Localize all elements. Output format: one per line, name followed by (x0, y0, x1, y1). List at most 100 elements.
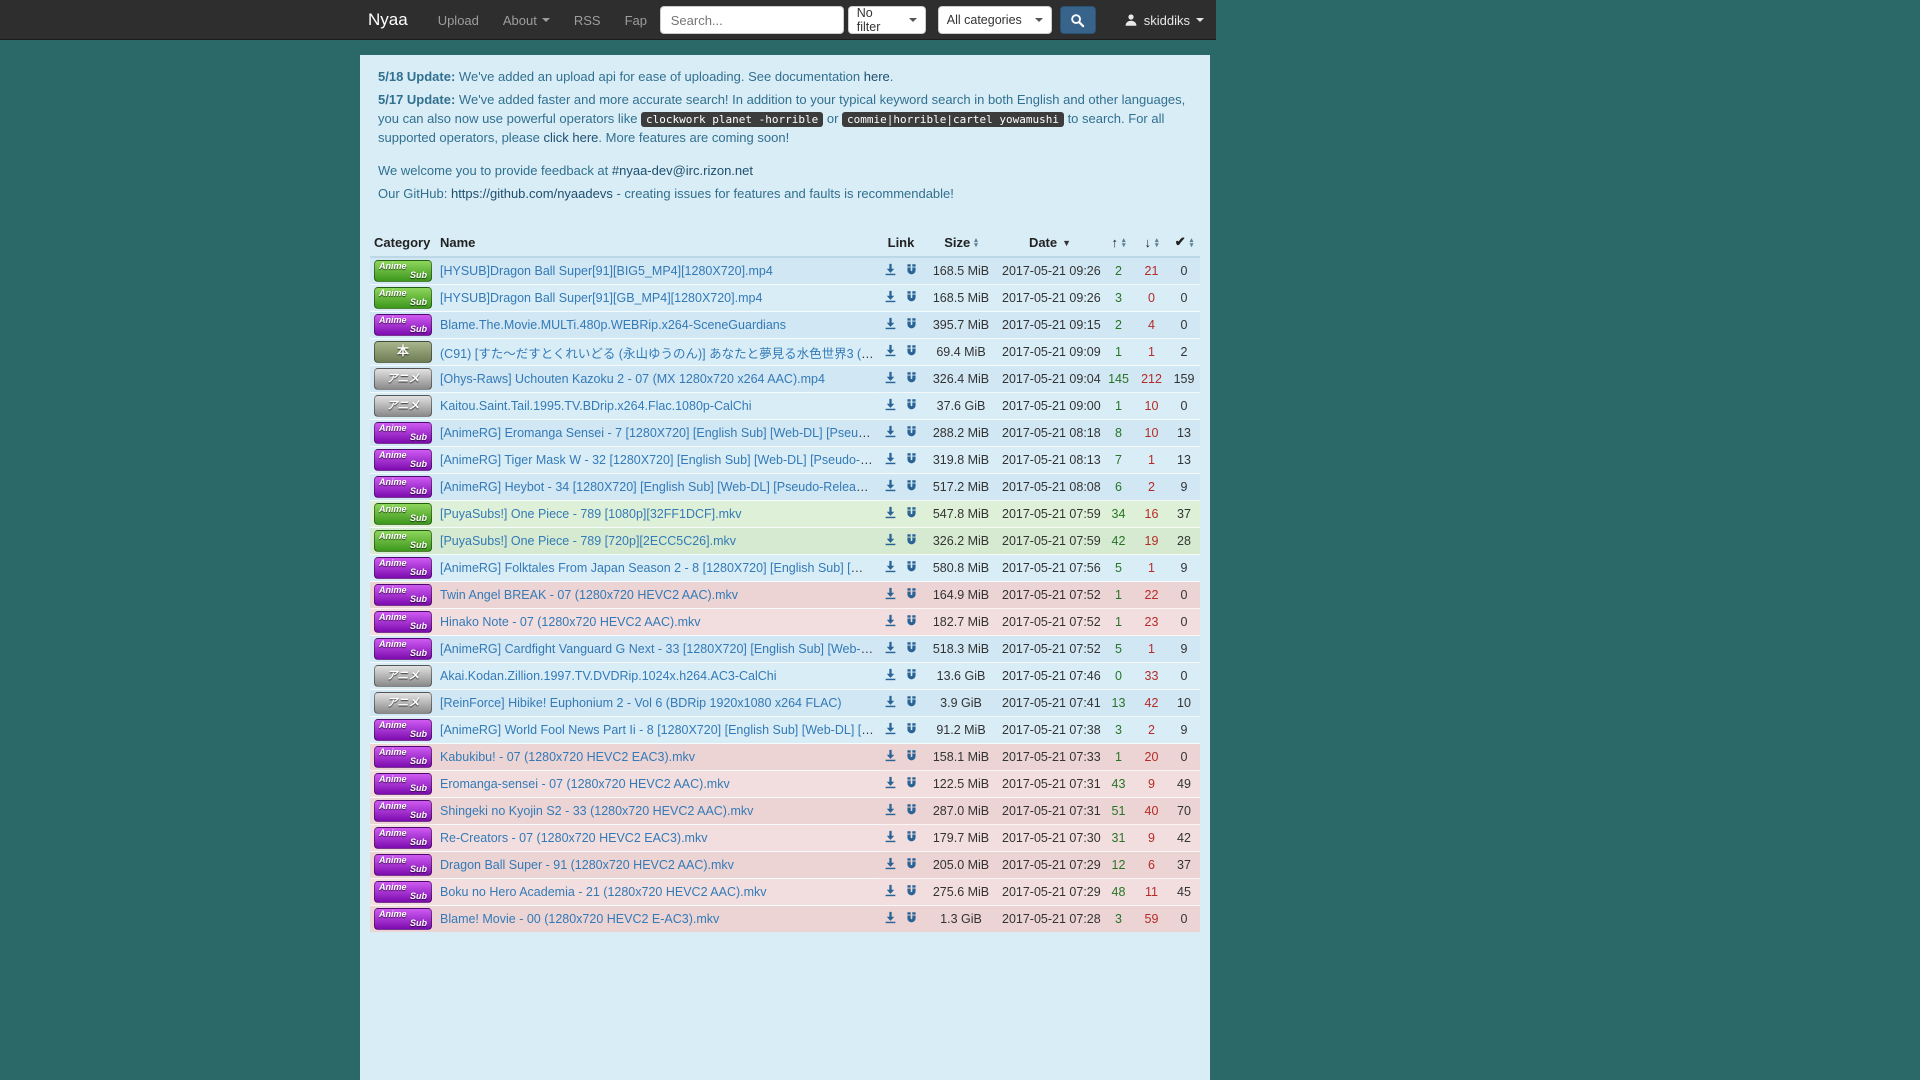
magnet-icon[interactable] (905, 749, 918, 762)
download-icon[interactable] (884, 398, 897, 411)
documentation-link[interactable]: here (864, 69, 890, 84)
torrent-name-link[interactable]: Shingeki no Kyojin S2 - 33 (1280x720 HEV… (440, 804, 753, 818)
torrent-name-link[interactable]: [ReinForce] Hibike! Euphonium 2 - Vol 6 … (440, 696, 842, 710)
category-icon[interactable]: Anime Sub (374, 827, 432, 849)
irc-link[interactable]: #nyaa-dev@irc.rizon.net (612, 163, 753, 178)
category-icon[interactable]: Anime Sub (374, 422, 432, 444)
magnet-icon[interactable] (905, 722, 918, 735)
torrent-name-link[interactable]: [PuyaSubs!] One Piece - 789 [1080p][32FF… (440, 507, 742, 521)
search-button[interactable] (1060, 6, 1096, 34)
column-header-size[interactable]: Size (924, 228, 998, 257)
magnet-icon[interactable] (905, 398, 918, 411)
download-icon[interactable] (884, 884, 897, 897)
magnet-icon[interactable] (905, 452, 918, 465)
magnet-icon[interactable] (905, 587, 918, 600)
torrent-name-link[interactable]: Kaitou.Saint.Tail.1995.TV.BDrip.x264.Fla… (440, 399, 752, 413)
magnet-icon[interactable] (905, 668, 918, 681)
category-icon[interactable]: Anime Sub (374, 908, 432, 930)
torrent-name-link[interactable]: Blame.The.Movie.MULTi.480p.WEBRip.x264-S… (440, 318, 786, 332)
user-menu[interactable]: skiddiks (1118, 0, 1210, 40)
download-icon[interactable] (884, 452, 897, 465)
download-icon[interactable] (884, 317, 897, 330)
category-icon[interactable]: Anime Sub (374, 584, 432, 606)
torrent-name-link[interactable]: Twin Angel BREAK - 07 (1280x720 HEVC2 AA… (440, 588, 738, 602)
nav-item-about[interactable]: About (491, 0, 562, 40)
magnet-icon[interactable] (905, 803, 918, 816)
torrent-name-link[interactable]: Re-Creators - 07 (1280x720 HEVC2 EAC3).m… (440, 831, 707, 845)
operators-help-link[interactable]: click here (544, 130, 599, 145)
download-icon[interactable] (884, 857, 897, 870)
torrent-name-link[interactable]: [AnimeRG] World Fool News Part Ii - 8 [1… (440, 723, 878, 737)
category-icon[interactable]: Anime Sub (374, 881, 432, 903)
download-icon[interactable] (884, 344, 897, 357)
torrent-name-link[interactable]: [Ohys-Raws] Uchouten Kazoku 2 - 07 (MX 1… (440, 372, 825, 386)
magnet-icon[interactable] (905, 857, 918, 870)
category-icon[interactable]: Anime Sub (374, 557, 432, 579)
filter-select[interactable]: No filter (848, 6, 926, 34)
column-header-seeders[interactable]: ↑ (1102, 228, 1135, 257)
download-icon[interactable] (884, 479, 897, 492)
category-icon[interactable]: アニメ (374, 368, 432, 390)
category-icon[interactable]: Anime Sub (374, 314, 432, 336)
torrent-name-link[interactable]: (C91) [すた〜だすとくれいどる (永山ゆうのん)] あなたと夢見る水色世界… (440, 347, 878, 361)
download-icon[interactable] (884, 560, 897, 573)
torrent-name-link[interactable]: [AnimeRG] Eromanga Sensei - 7 [1280X720]… (440, 426, 878, 440)
torrent-name-link[interactable]: Boku no Hero Academia - 21 (1280x720 HEV… (440, 885, 767, 899)
magnet-icon[interactable] (905, 263, 918, 276)
category-icon[interactable]: Anime Sub (374, 503, 432, 525)
category-icon[interactable]: Anime Sub (374, 719, 432, 741)
category-icon[interactable]: 本 (374, 341, 432, 363)
category-icon[interactable]: アニメ (374, 665, 432, 687)
brand-link[interactable]: Nyaa (360, 10, 416, 30)
download-icon[interactable] (884, 425, 897, 438)
nav-item-fap[interactable]: Fap (613, 0, 659, 40)
magnet-icon[interactable] (905, 479, 918, 492)
download-icon[interactable] (884, 749, 897, 762)
category-icon[interactable]: Anime Sub (374, 287, 432, 309)
download-icon[interactable] (884, 290, 897, 303)
torrent-name-link[interactable]: Blame! Movie - 00 (1280x720 HEVC2 E-AC3)… (440, 912, 719, 926)
magnet-icon[interactable] (905, 506, 918, 519)
download-icon[interactable] (884, 668, 897, 681)
category-icon[interactable]: Anime Sub (374, 800, 432, 822)
column-header-completed[interactable]: ✔ (1168, 228, 1200, 257)
download-icon[interactable] (884, 722, 897, 735)
column-header-date[interactable]: Date▼ (998, 228, 1102, 257)
category-icon[interactable]: アニメ (374, 395, 432, 417)
category-icon[interactable]: Anime Sub (374, 611, 432, 633)
category-icon[interactable]: Anime Sub (374, 476, 432, 498)
magnet-icon[interactable] (905, 830, 918, 843)
nav-item-rss[interactable]: RSS (562, 0, 613, 40)
download-icon[interactable] (884, 830, 897, 843)
magnet-icon[interactable] (905, 533, 918, 546)
torrent-name-link[interactable]: [AnimeRG] Tiger Mask W - 32 [1280X720] [… (440, 453, 878, 467)
category-icon[interactable]: アニメ (374, 692, 432, 714)
magnet-icon[interactable] (905, 776, 918, 789)
torrent-name-link[interactable]: [AnimeRG] Folktales From Japan Season 2 … (440, 561, 878, 575)
category-icon[interactable]: Anime Sub (374, 773, 432, 795)
torrent-name-link[interactable]: [HYSUB]Dragon Ball Super[91][GB_MP4][128… (440, 291, 762, 305)
torrent-name-link[interactable]: Eromanga-sensei - 07 (1280x720 HEVC2 AAC… (440, 777, 730, 791)
magnet-icon[interactable] (905, 695, 918, 708)
magnet-icon[interactable] (905, 614, 918, 627)
magnet-icon[interactable] (905, 290, 918, 303)
torrent-name-link[interactable]: Akai.Kodan.Zillion.1997.TV.DVDRip.1024x.… (440, 669, 777, 683)
category-icon[interactable]: Anime Sub (374, 530, 432, 552)
download-icon[interactable] (884, 371, 897, 384)
magnet-icon[interactable] (905, 425, 918, 438)
torrent-name-link[interactable]: Dragon Ball Super - 91 (1280x720 HEVC2 A… (440, 858, 734, 872)
download-icon[interactable] (884, 506, 897, 519)
category-icon[interactable]: Anime Sub (374, 449, 432, 471)
category-icon[interactable]: Anime Sub (374, 746, 432, 768)
category-select[interactable]: All categories (938, 6, 1052, 34)
download-icon[interactable] (884, 263, 897, 276)
download-icon[interactable] (884, 911, 897, 924)
category-icon[interactable]: Anime Sub (374, 854, 432, 876)
search-input[interactable] (660, 6, 844, 34)
torrent-name-link[interactable]: [PuyaSubs!] One Piece - 789 [720p][2ECC5… (440, 534, 736, 548)
magnet-icon[interactable] (905, 344, 918, 357)
category-icon[interactable]: Anime Sub (374, 260, 432, 282)
download-icon[interactable] (884, 533, 897, 546)
download-icon[interactable] (884, 641, 897, 654)
download-icon[interactable] (884, 776, 897, 789)
